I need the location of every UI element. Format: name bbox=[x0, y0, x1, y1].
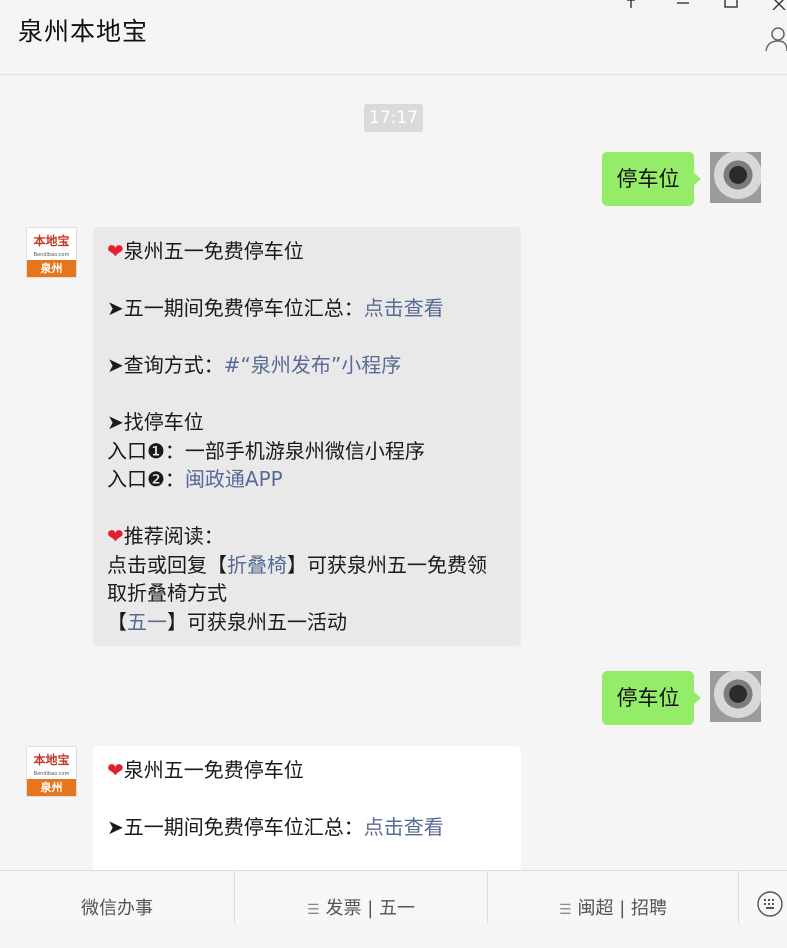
arrow-icon: ➤ bbox=[107, 410, 124, 434]
user-avatar[interactable] bbox=[710, 671, 761, 722]
may-day-link[interactable]: 五一 bbox=[127, 610, 167, 634]
user-avatar[interactable] bbox=[710, 152, 761, 203]
message-line: ➤五一期间免费停车位汇总：点击查看 bbox=[107, 813, 509, 842]
title-bar: 泉州本地宝 bbox=[0, 0, 787, 75]
message-line: ❤推荐阅读： bbox=[107, 522, 509, 551]
maximize-icon[interactable] bbox=[724, 0, 738, 13]
line-text: 入口❶：一部手机游泉州微信小程序 bbox=[107, 438, 425, 463]
line-text: 泉州五一免费停车位 bbox=[123, 239, 304, 263]
bot-message-bubble[interactable]: ❤泉州五一免费停车位 ➤五一期间免费停车位汇总：点击查看 bbox=[93, 746, 521, 870]
arrow-icon: ➤ bbox=[107, 815, 124, 839]
message-line: 取折叠椅方式 bbox=[107, 579, 509, 608]
menu-item-label: 闽超 | 招聘 bbox=[577, 898, 668, 919]
message-line: 【五一】可获泉州五一活动 bbox=[107, 608, 509, 637]
line-text: 五一期间免费停车位汇总： bbox=[123, 815, 364, 839]
message-timestamp: 17:17 bbox=[364, 104, 423, 132]
menu-item-minchao-jobs[interactable]: ☰ 闽超 | 招聘 bbox=[488, 871, 739, 923]
line-text: 五一期间免费停车位汇总： bbox=[123, 296, 364, 320]
chat-area[interactable]: 17:17 停车位 本地宝 Bendibao.com 泉州 ❤泉州五一免费停车位… bbox=[0, 75, 787, 870]
bot-logo-sub: Bendibao.com bbox=[33, 252, 70, 258]
chat-title: 泉州本地宝 bbox=[18, 17, 149, 46]
message-line: ➤找停车位 bbox=[107, 408, 509, 437]
heart-icon: ❤ bbox=[107, 239, 124, 263]
heart-icon: ❤ bbox=[107, 524, 124, 548]
menu-item-label: 微信办事 bbox=[81, 898, 153, 919]
bot-logo-city: 泉州 bbox=[27, 260, 76, 277]
menu-bar: 微信办事 ☰ 发票 | 五一 ☰ 闽超 | 招聘 bbox=[0, 870, 787, 923]
bot-message-bubble[interactable]: ❤泉州五一免费停车位 ➤五一期间免费停车位汇总：点击查看 ➤查询方式：#“泉州发… bbox=[93, 227, 521, 646]
line-text: 】可获泉州五一免费领 bbox=[287, 552, 487, 577]
message-line: 入口❶：一部手机游泉州微信小程序 bbox=[107, 437, 509, 466]
close-icon[interactable] bbox=[772, 0, 786, 15]
message-line: 入口❷：闽政通APP bbox=[107, 465, 509, 494]
line-text: 泉州五一免费停车位 bbox=[123, 758, 304, 782]
my-message-bubble[interactable]: 停车位 bbox=[602, 152, 701, 206]
app-link[interactable]: 闽政通APP bbox=[185, 467, 283, 491]
keyboard-icon[interactable] bbox=[757, 891, 783, 921]
my-message-bubble[interactable]: 停车位 bbox=[602, 671, 701, 725]
bot-avatar[interactable]: 本地宝 Bendibao.com 泉州 bbox=[26, 227, 77, 278]
line-text: 取折叠椅方式 bbox=[107, 581, 227, 605]
heart-icon: ❤ bbox=[107, 758, 124, 782]
arrow-icon: ➤ bbox=[107, 353, 124, 377]
message-line: ❤泉州五一免费停车位 bbox=[107, 756, 509, 785]
message-line: ➤五一期间免费停车位汇总：点击查看 bbox=[107, 294, 509, 323]
line-text: 推荐阅读： bbox=[123, 524, 224, 548]
message-line: ➤查询方式：#“泉州发布”小程序 bbox=[107, 351, 509, 380]
pin-icon[interactable] bbox=[624, 0, 638, 14]
bot-avatar[interactable]: 本地宝 Bendibao.com 泉州 bbox=[26, 746, 77, 797]
line-text: 入口❷： bbox=[107, 467, 185, 491]
line-text: 【 bbox=[107, 609, 127, 634]
message-line: ❤泉州五一免费停车位 bbox=[107, 237, 509, 266]
folding-chair-link[interactable]: 折叠椅 bbox=[227, 553, 287, 577]
menu-item-wechat-services[interactable]: 微信办事 bbox=[0, 871, 235, 923]
menu-item-label: 发票 | 五一 bbox=[325, 898, 416, 919]
line-text: 找停车位 bbox=[123, 410, 204, 434]
bot-logo-city: 泉州 bbox=[27, 779, 76, 796]
minimize-icon[interactable] bbox=[676, 0, 690, 13]
menu-item-invoice-mayday[interactable]: ☰ 发票 | 五一 bbox=[235, 871, 488, 923]
line-text: 点击或回复【 bbox=[107, 552, 227, 577]
view-link[interactable]: 点击查看 bbox=[364, 815, 444, 839]
mini-program-link[interactable]: #“泉州发布”小程序 bbox=[224, 353, 401, 377]
line-text: 】可获泉州五一活动 bbox=[167, 609, 347, 634]
bot-logo-sub: Bendibao.com bbox=[33, 771, 70, 777]
message-line: 点击或回复【折叠椅】可获泉州五一免费领 bbox=[107, 551, 509, 580]
arrow-icon: ➤ bbox=[107, 296, 124, 320]
line-text: 查询方式： bbox=[123, 353, 224, 377]
person-icon[interactable] bbox=[765, 26, 787, 56]
hamburger-icon: ☰ bbox=[306, 902, 320, 918]
view-link[interactable]: 点击查看 bbox=[364, 296, 444, 320]
hamburger-icon: ☰ bbox=[558, 902, 572, 918]
